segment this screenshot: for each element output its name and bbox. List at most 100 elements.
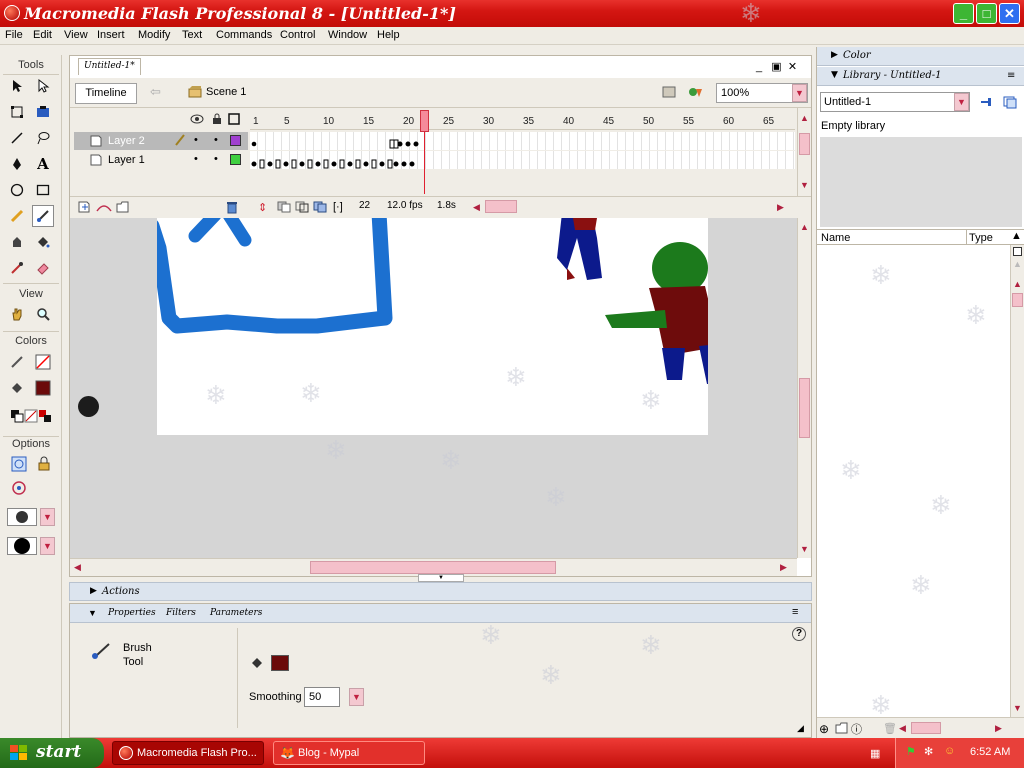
scroll-left-icon[interactable]: ◀ <box>899 723 906 734</box>
zoom-dropdown-icon[interactable]: ▼ <box>792 84 807 102</box>
collapse-arrow-icon[interactable]: ▼ <box>88 608 97 618</box>
stage[interactable] <box>144 218 725 435</box>
scroll-left-icon[interactable]: ◀ <box>74 562 81 573</box>
stage-workspace[interactable] <box>70 218 797 558</box>
scene-label[interactable]: Scene 1 <box>206 86 246 98</box>
new-symbol-icon[interactable]: ⊕ <box>819 722 829 736</box>
actions-panel-header[interactable]: ▶ Actions <box>69 582 812 601</box>
menu-help[interactable]: Help <box>377 29 400 41</box>
free-transform-tool-icon[interactable] <box>6 101 28 123</box>
smoothing-dropdown-icon[interactable]: ▼ <box>349 688 364 706</box>
sort-icon[interactable]: ▲ <box>1011 230 1022 242</box>
add-motion-guide-icon[interactable] <box>96 201 112 216</box>
timeline-scroll-right-icon[interactable]: ▶ <box>777 202 784 213</box>
onion-skin-icon[interactable] <box>277 201 291 216</box>
smoothing-input[interactable]: 50 <box>304 687 340 707</box>
taskbar-item-flash[interactable]: Macromedia Flash Pro... <box>112 741 264 765</box>
keyboard-icon[interactable]: ▦ <box>870 747 880 760</box>
brush-tool-icon[interactable] <box>32 205 54 227</box>
volume-icon[interactable]: ✻ <box>924 745 933 758</box>
panel-menu-icon[interactable]: ≡ <box>792 606 798 618</box>
layer-color-swatch[interactable] <box>230 135 241 146</box>
pressure-icon[interactable] <box>8 477 30 499</box>
scroll-down-icon[interactable]: ▼ <box>800 544 809 554</box>
timeline-vthumb[interactable] <box>799 133 810 155</box>
fill-color-swatch[interactable] <box>271 655 289 671</box>
lock-dot[interactable]: • <box>214 153 218 165</box>
new-folder-icon[interactable] <box>835 722 849 737</box>
lock-dot[interactable]: • <box>214 134 218 146</box>
stage-vthumb[interactable] <box>799 378 810 438</box>
menu-control[interactable]: Control <box>280 29 315 41</box>
swap-colors-icon[interactable] <box>34 405 56 427</box>
library-vscroll[interactable]: ▲ ▲ ▼ <box>1010 245 1024 717</box>
scroll-down-icon[interactable]: ▼ <box>1013 703 1022 713</box>
lock-fill-icon[interactable] <box>34 453 56 475</box>
edit-scene-icon[interactable] <box>662 85 678 102</box>
line-tool-icon[interactable] <box>6 127 28 149</box>
pin-library-icon[interactable] <box>979 95 993 112</box>
library-panel-header[interactable]: ▼ Library - Untitled-1 ≡ <box>817 67 1024 86</box>
modify-onion-markers-icon[interactable]: [·] <box>333 201 343 213</box>
scroll-up-icon[interactable]: ▲ <box>1013 259 1022 269</box>
resize-grip-icon[interactable]: ◢ <box>797 723 804 734</box>
library-vthumb[interactable] <box>1012 293 1023 307</box>
minimize-button[interactable]: _ <box>953 3 974 24</box>
timeline-hthumb[interactable] <box>485 200 517 213</box>
layer-name[interactable]: Layer 2 <box>108 135 145 147</box>
network-icon[interactable]: ⚑ <box>906 745 916 758</box>
doc-close-icon[interactable]: ✕ <box>788 61 797 73</box>
brush-shape-select[interactable] <box>7 537 37 555</box>
menu-insert[interactable]: Insert <box>97 29 125 41</box>
pencil-tool-icon[interactable] <box>6 205 28 227</box>
zoom-tool-icon[interactable] <box>32 303 54 325</box>
layer-row-2[interactable]: Layer 2 • • <box>74 132 248 150</box>
library-menu-icon[interactable]: ≡ <box>1007 70 1015 81</box>
col-type[interactable]: Type <box>969 232 993 244</box>
stroke-color-swatch[interactable] <box>32 351 54 373</box>
rectangle-tool-icon[interactable] <box>32 179 54 201</box>
messenger-icon[interactable]: ☺ <box>944 745 955 757</box>
eraser-tool-icon[interactable] <box>32 257 54 279</box>
onion-outlines-icon[interactable] <box>295 201 309 216</box>
menu-file[interactable]: File <box>5 29 23 41</box>
fill-color-swatch[interactable] <box>32 377 54 399</box>
playhead-handle[interactable] <box>420 110 429 132</box>
properties-icon[interactable]: ⓘ <box>851 721 862 737</box>
library-hthumb[interactable] <box>911 722 941 734</box>
menu-edit[interactable]: Edit <box>33 29 52 41</box>
taskbar-item-blog[interactable]: 🦊 Blog - Mypal <box>273 741 425 765</box>
library-document-select[interactable]: Untitled-1 <box>820 92 970 112</box>
brush-size-dropdown-icon[interactable]: ▼ <box>40 508 55 526</box>
menu-commands[interactable]: Commands <box>216 29 272 41</box>
ink-bottle-tool-icon[interactable] <box>6 231 28 253</box>
expand-arrow-icon[interactable]: ▶ <box>90 586 97 596</box>
scroll-down-icon[interactable]: ▼ <box>800 180 809 190</box>
scroll-up-icon[interactable]: ▲ <box>800 113 809 123</box>
center-frame-icon[interactable]: ⇕ <box>258 201 267 214</box>
text-tool-icon[interactable]: A <box>32 153 54 175</box>
expand-arrow-icon[interactable]: ▶ <box>831 50 838 60</box>
scroll-up-icon[interactable]: ▲ <box>800 222 809 232</box>
scroll-right-icon[interactable]: ▶ <box>780 562 787 573</box>
lock-icon[interactable] <box>212 113 222 128</box>
stage-vscroll[interactable]: ▲ ▼ <box>797 218 811 558</box>
library-dropdown-icon[interactable]: ▼ <box>954 93 969 111</box>
doc-restore-icon[interactable]: ▣ <box>771 61 781 73</box>
collapse-arrow-icon[interactable]: ▼ <box>831 70 838 80</box>
delete-layer-icon[interactable] <box>226 201 238 217</box>
start-button[interactable]: start <box>0 738 104 768</box>
layer-name[interactable]: Layer 1 <box>108 154 145 166</box>
panel-collapse-icon[interactable]: ▼ <box>418 574 464 582</box>
eye-icon[interactable] <box>190 114 204 127</box>
menu-text[interactable]: Text <box>182 29 202 41</box>
tab-filters[interactable]: Filters <box>166 608 196 618</box>
brush-shape-dropdown-icon[interactable]: ▼ <box>40 537 55 555</box>
visible-dot[interactable]: • <box>194 153 198 165</box>
hand-tool-icon[interactable] <box>6 303 28 325</box>
insert-folder-icon[interactable] <box>116 201 130 216</box>
keyframes[interactable] <box>250 132 430 170</box>
help-icon[interactable]: ? <box>792 627 806 641</box>
menu-modify[interactable]: Modify <box>138 29 170 41</box>
edit-symbols-icon[interactable] <box>688 85 704 102</box>
